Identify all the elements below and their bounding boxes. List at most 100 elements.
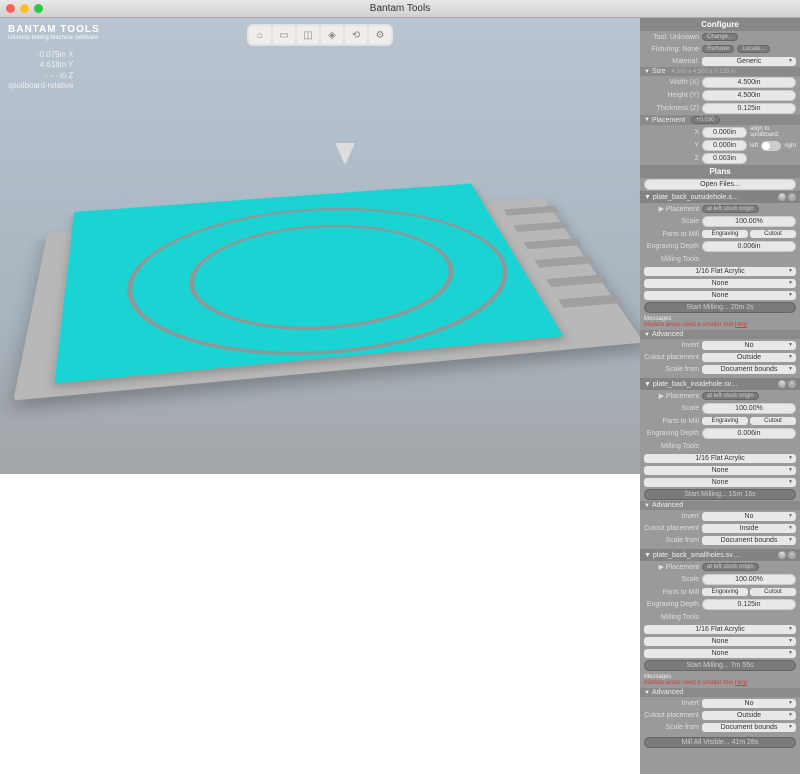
start-milling-button[interactable]: Start Milling... 15m 16s — [644, 489, 796, 500]
close-file-icon[interactable]: × — [788, 551, 796, 559]
sidebar: Configure Tool: Unknown Change... Fixtur… — [640, 18, 800, 774]
cutout-placement-select[interactable]: Outside — [702, 711, 796, 720]
scale-from-select[interactable]: Document bounds — [702, 365, 796, 374]
cutout-toggle[interactable]: Cutout — [750, 588, 796, 596]
window-title: Bantam Tools — [370, 3, 430, 14]
height-input[interactable]: 4.500in — [702, 90, 796, 101]
tool1-select[interactable]: 1/16 Flat Acrylic — [644, 454, 796, 463]
scale-input[interactable]: 100.00% — [702, 216, 796, 227]
titlebar: Bantam Tools — [0, 0, 800, 18]
tool-label: Tool: Unknown — [644, 34, 699, 41]
close-file-icon[interactable]: × — [788, 193, 796, 201]
view-orbit-button[interactable]: ⟲ — [345, 26, 367, 44]
view-front-button[interactable]: ◫ — [297, 26, 319, 44]
file-header[interactable]: ▼ plate_back_smallholes.sv…👁× — [640, 549, 800, 561]
tool2-select[interactable]: None — [644, 279, 796, 288]
locate-fixturing-button[interactable]: Locate... — [737, 45, 770, 53]
scale-input[interactable]: 100.00% — [702, 403, 796, 414]
file-header[interactable]: ▼ plate_back_insidehole.sv…👁× — [640, 378, 800, 390]
start-milling-button[interactable]: Start Milling... 20m 2s — [644, 302, 796, 313]
py-input[interactable]: 0.000in — [702, 140, 747, 151]
invert-select[interactable]: No — [702, 341, 796, 350]
maximize-icon[interactable] — [34, 4, 43, 13]
advanced-section[interactable]: Advanced — [640, 330, 800, 339]
file-header[interactable]: ▼ plate_back_outsidehole.s…👁× — [640, 191, 800, 203]
tool3-select[interactable]: None — [644, 291, 796, 300]
scale-from-select[interactable]: Document bounds — [702, 723, 796, 732]
tool2-select[interactable]: None — [644, 466, 796, 475]
tool3-select[interactable]: None — [644, 478, 796, 487]
cutout-placement-label: Cutout placement — [644, 525, 699, 532]
close-file-icon[interactable]: × — [788, 380, 796, 388]
help-link[interactable]: Help — [735, 322, 747, 328]
cutout-toggle[interactable]: Cutout — [750, 417, 796, 425]
depth-input[interactable]: 0.006in — [702, 241, 796, 252]
depth-label: Engraving Depth — [644, 601, 699, 608]
material-label: Material: — [644, 58, 699, 65]
scale-from-label: Scale from — [644, 537, 699, 544]
view-iso-button[interactable]: ◈ — [321, 26, 343, 44]
scale-label: Scale — [644, 405, 699, 412]
parts-label: Parts to Mill — [644, 231, 699, 238]
advanced-section[interactable]: Advanced — [640, 688, 800, 697]
scale-label: Scale — [644, 576, 699, 583]
invert-select[interactable]: No — [702, 512, 796, 521]
messages-section: MessagesMarked areas need a smaller tool… — [640, 314, 800, 330]
stage-3d — [40, 68, 600, 428]
depth-input[interactable]: 0.125in — [702, 599, 796, 610]
visibility-icon[interactable]: 👁 — [778, 193, 786, 201]
view-settings-button[interactable]: ⚙ — [369, 26, 391, 44]
placement-label: ▶ Placement — [644, 392, 699, 400]
change-tool-button[interactable]: Change... — [702, 33, 738, 41]
engraving-toggle[interactable]: Engraving — [702, 417, 748, 425]
open-files-button[interactable]: Open Files... — [644, 179, 796, 190]
px-input[interactable]: 0.000in — [702, 127, 747, 138]
visibility-icon[interactable]: 👁 — [778, 380, 786, 388]
advanced-section[interactable]: Advanced — [640, 501, 800, 510]
tool2-select[interactable]: None — [644, 637, 796, 646]
view-toolbar: ⌂ ▭ ◫ ◈ ⟲ ⚙ — [247, 24, 393, 46]
close-icon[interactable] — [6, 4, 15, 13]
placement-label: ▶ Placement — [644, 563, 699, 571]
window-controls — [6, 4, 43, 13]
warning-text: Marked areas need a smaller tool — [644, 680, 733, 686]
engraving-toggle[interactable]: Engraving — [702, 230, 748, 238]
visibility-icon[interactable]: 👁 — [778, 551, 786, 559]
view-top-button[interactable]: ▭ — [273, 26, 295, 44]
invert-select[interactable]: No — [702, 699, 796, 708]
tool1-select[interactable]: 1/16 Flat Acrylic — [644, 625, 796, 634]
size-section[interactable]: Size 4.500 x 4.500 x 0.125 in — [640, 67, 800, 76]
depth-input[interactable]: 0.006in — [702, 428, 796, 439]
placement-value: at left stock origin — [702, 392, 759, 400]
minimize-icon[interactable] — [20, 4, 29, 13]
tool3-select[interactable]: None — [644, 649, 796, 658]
coord-x: -0.079in X — [8, 50, 73, 60]
cutout-placement-select[interactable]: Outside — [702, 353, 796, 362]
view-home-button[interactable]: ⌂ — [249, 26, 271, 44]
thickness-label: Thickness (Z) — [644, 105, 699, 112]
cutout-toggle[interactable]: Cutout — [750, 230, 796, 238]
mill-all-button[interactable]: Mill All Visible... 41m 28s — [644, 737, 796, 748]
viewport-3d[interactable]: BANTAM TOOLS Desktop Milling Machine Sof… — [0, 18, 640, 774]
align-switch[interactable] — [761, 141, 781, 151]
tools-label: Milling Tools — [644, 443, 699, 450]
py-label: Y — [644, 142, 699, 149]
scale-input[interactable]: 100.00% — [702, 574, 796, 585]
cutout-placement-select[interactable]: Inside — [702, 524, 796, 533]
tools-label: Milling Tools — [644, 614, 699, 621]
scale-from-select[interactable]: Document bounds — [702, 536, 796, 545]
placement-section[interactable]: Placement +0.030 — [640, 115, 800, 125]
thickness-input[interactable]: 0.125in — [702, 103, 796, 114]
placement-label: ▶ Placement — [644, 205, 699, 213]
start-milling-button[interactable]: Start Milling... 7m 55s — [644, 660, 796, 671]
material-select[interactable]: Generic — [702, 57, 796, 66]
logo-sub: Desktop Milling Machine Software — [8, 35, 100, 42]
width-input[interactable]: 4.500in — [702, 77, 796, 88]
engraving-toggle[interactable]: Engraving — [702, 588, 748, 596]
pz-input[interactable]: 0.003in — [702, 153, 747, 164]
help-link[interactable]: Help — [735, 680, 747, 686]
tool1-select[interactable]: 1/16 Flat Acrylic — [644, 267, 796, 276]
warning-text: Marked areas need a smaller tool — [644, 322, 733, 328]
height-label: Height (Y) — [644, 92, 699, 99]
remove-fixturing-button[interactable]: Remove — [702, 45, 734, 53]
